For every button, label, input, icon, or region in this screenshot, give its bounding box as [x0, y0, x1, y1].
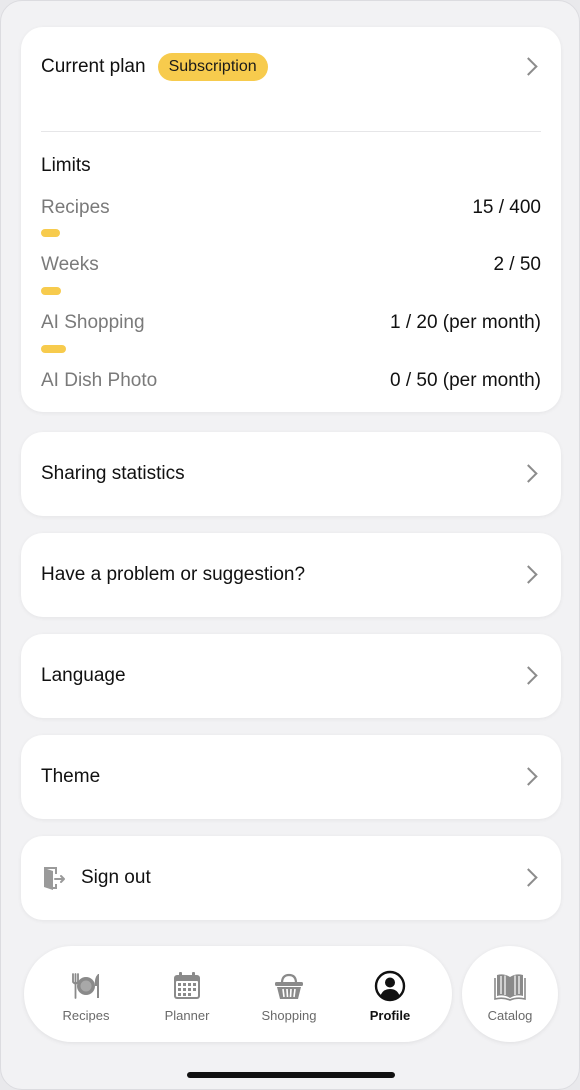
bottom-tab-bar: Recipes Planner Shopping Profile — [24, 946, 452, 1042]
chevron-right-icon — [519, 565, 538, 584]
open-book-icon — [494, 974, 526, 1001]
sign-out-item[interactable]: Sign out — [21, 836, 561, 920]
plate-cutlery-icon — [72, 973, 99, 999]
feedback-item[interactable]: Have a problem or suggestion? — [21, 533, 561, 617]
sharing-statistics-item[interactable]: Sharing statistics — [21, 432, 561, 516]
current-plan-row[interactable]: Current plan Subscription — [41, 27, 541, 107]
tab-label: Shopping — [261, 1008, 317, 1023]
theme-item[interactable]: Theme — [21, 735, 561, 819]
limit-row-ai-dish-photo: AI Dish Photo 0 / 50 (per month) — [41, 366, 541, 396]
chevron-right-icon — [519, 57, 538, 76]
home-indicator — [187, 1072, 395, 1078]
language-item[interactable]: Language — [21, 634, 561, 718]
tab-profile[interactable]: Profile — [345, 946, 435, 1042]
limit-row-ai-shopping: AI Shopping 1 / 20 (per month) — [41, 308, 541, 338]
chevron-right-icon — [519, 868, 538, 887]
limit-row-weeks: Weeks 2 / 50 — [41, 250, 541, 280]
basket-icon — [275, 973, 303, 999]
limit-row-recipes: Recipes 15 / 400 — [41, 193, 541, 223]
limit-progress-bar — [41, 345, 66, 353]
tab-recipes[interactable]: Recipes — [41, 946, 131, 1042]
limit-progress-bar — [41, 287, 61, 295]
tab-label: Profile — [369, 1008, 411, 1023]
sign-out-label: Sign out — [81, 867, 151, 888]
calendar-icon — [174, 972, 200, 999]
chevron-right-icon — [519, 666, 538, 685]
limit-label: AI Shopping — [41, 312, 145, 333]
plan-badge: Subscription — [157, 53, 268, 81]
tab-label: Recipes — [62, 1008, 110, 1023]
tab-planner[interactable]: Planner — [142, 946, 232, 1042]
limit-label: Recipes — [41, 197, 110, 218]
limit-value: 2 / 50 — [493, 254, 541, 275]
divider — [41, 131, 541, 132]
current-plan-label: Current plan — [41, 56, 146, 77]
limits-title: Limits — [41, 155, 91, 176]
sign-out-icon — [44, 867, 65, 890]
language-label: Language — [41, 665, 126, 686]
sharing-statistics-label: Sharing statistics — [41, 463, 185, 484]
tab-label: Planner — [164, 1008, 210, 1023]
chevron-right-icon — [519, 767, 538, 786]
catalog-button[interactable]: Catalog — [462, 946, 558, 1042]
tab-label: Catalog — [487, 1008, 533, 1023]
limit-label: Weeks — [41, 254, 99, 275]
chevron-right-icon — [519, 464, 538, 483]
plan-card: Current plan Subscription Limits Recipes… — [21, 27, 561, 412]
limit-value: 15 / 400 — [472, 197, 541, 218]
profile-screen: Current plan Subscription Limits Recipes… — [0, 0, 580, 1090]
feedback-label: Have a problem or suggestion? — [41, 564, 306, 585]
limit-value: 0 / 50 (per month) — [389, 370, 541, 391]
user-circle-icon — [374, 970, 406, 1002]
limit-label: AI Dish Photo — [41, 370, 158, 391]
theme-label: Theme — [41, 766, 101, 787]
limit-progress-bar — [41, 229, 60, 237]
tab-shopping[interactable]: Shopping — [244, 946, 334, 1042]
limit-value: 1 / 20 (per month) — [389, 312, 541, 333]
